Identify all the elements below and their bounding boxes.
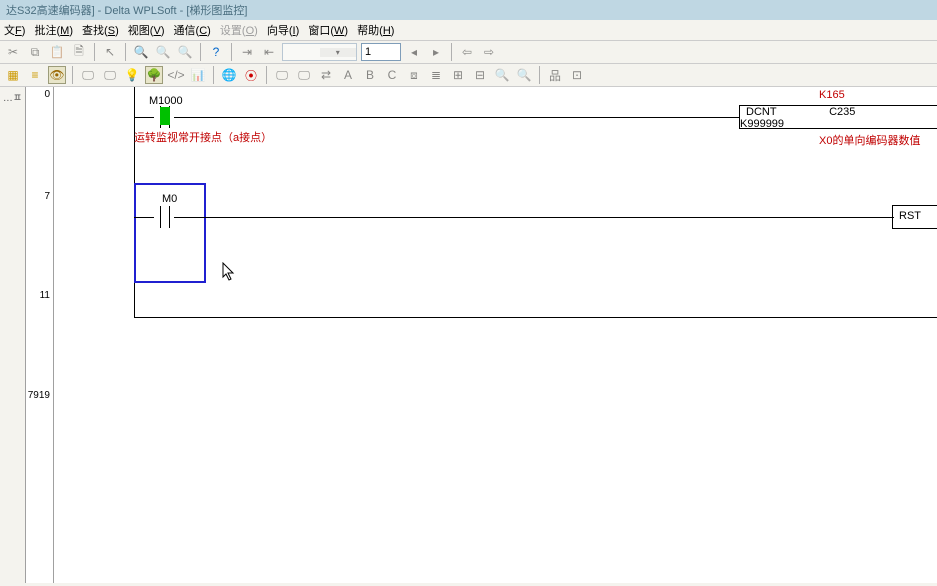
d-icon[interactable]: ⧈ — [405, 66, 423, 84]
page-prev-icon[interactable]: ⇦ — [458, 43, 476, 61]
step-in-icon[interactable]: ⇥ — [238, 43, 256, 61]
prev-icon[interactable]: ◂ — [405, 43, 423, 61]
sidebar-collapsed[interactable]: …ㅍ — [0, 87, 26, 583]
toolbar-2: ▦ ≡ 👁 🖵 🖵 💡 🌳 </> 📊 🌐 ⦿ 🖵 🖵 ⇄ A B C ⧈ ≣ … — [0, 64, 937, 87]
r0-op1: C235 — [829, 106, 889, 118]
menu-help[interactable]: 帮助(H) — [357, 25, 394, 37]
copy-icon[interactable]: ⧉ — [26, 43, 44, 61]
cmp-icon[interactable]: ⇄ — [317, 66, 335, 84]
screen2-icon[interactable]: 🖵 — [101, 66, 119, 84]
menu-view[interactable]: 视图(V) — [128, 25, 165, 37]
screen-icon[interactable]: 🖵 — [79, 66, 97, 84]
cursor-icon[interactable]: ↖ — [101, 43, 119, 61]
r1-out[interactable]: RST — [892, 205, 937, 229]
doc-icon[interactable]: 🗎 — [70, 43, 88, 61]
gutter-end: 7919 — [28, 390, 50, 401]
end-icon[interactable]: ⊡ — [568, 66, 586, 84]
stop-icon[interactable]: ⦿ — [242, 66, 260, 84]
find2-icon[interactable]: 🔍 — [493, 66, 511, 84]
menu-edit[interactable]: 批注(M) — [34, 25, 73, 37]
zoom-icon[interactable]: 🔍 — [132, 43, 150, 61]
r0-instr: DCNT — [746, 106, 806, 118]
r0-note2: X0的单向编码器数值 — [819, 135, 879, 148]
paste-icon[interactable]: 📋 — [48, 43, 66, 61]
ladder-canvas[interactable]: M1000 运转监视常开接点（a接点） K165 DCNT C235 K9999… — [54, 87, 937, 583]
zoom-out-icon[interactable]: 🔍 — [176, 43, 194, 61]
r0-contact-on — [160, 107, 170, 125]
menu-file[interactable]: 文F) — [4, 25, 25, 37]
code-icon[interactable]: </> — [167, 66, 185, 84]
lamp-icon[interactable]: 💡 — [123, 66, 141, 84]
step-out-icon[interactable]: ⇤ — [260, 43, 278, 61]
step-combo[interactable]: ▾ — [282, 43, 357, 61]
find3-icon[interactable]: 🔍 — [515, 66, 533, 84]
mnemonic-view-icon[interactable]: ≡ — [26, 66, 44, 84]
menu-wizard[interactable]: 向导(I) — [267, 25, 299, 37]
dl2-icon[interactable]: 🖵 — [295, 66, 313, 84]
dl1-icon[interactable]: 🖵 — [273, 66, 291, 84]
tree-icon[interactable]: 🌳 — [145, 66, 163, 84]
menu-comm[interactable]: 通信(C) — [174, 25, 211, 37]
cursor-icon — [222, 262, 238, 282]
e-icon[interactable]: ≣ — [427, 66, 445, 84]
r1-contact[interactable] — [154, 206, 176, 228]
g-icon[interactable]: ⊟ — [471, 66, 489, 84]
chart-icon[interactable]: 📊 — [189, 66, 207, 84]
page-next-icon[interactable]: ⇨ — [480, 43, 498, 61]
cut-icon[interactable]: ✂ — [4, 43, 22, 61]
help-icon[interactable]: ? — [207, 43, 225, 61]
c-icon[interactable]: C — [383, 66, 401, 84]
menu-bar: 文F) 批注(M) 查找(S) 视图(V) 通信(C) 设置(O) 向导(I) … — [0, 20, 937, 41]
ladder-view-icon[interactable]: ▦ — [4, 66, 22, 84]
r0-op2: K999999 — [740, 118, 800, 130]
line-gutter: 0 7 11 7919 — [26, 87, 54, 583]
gutter-0: 0 — [44, 89, 50, 100]
step-number[interactable]: 1 — [361, 43, 401, 61]
menu-window[interactable]: 窗口(W) — [308, 25, 348, 37]
globe-icon[interactable]: 🌐 — [220, 66, 238, 84]
gutter-11: 11 — [40, 290, 50, 301]
gutter-7: 7 — [44, 191, 50, 202]
title-bar: 达S32高速编码器] - Delta WPLSoft - [梯形图监控] — [0, 0, 937, 20]
menu-setup: 设置(O) — [220, 25, 258, 37]
menu-find[interactable]: 查找(S) — [82, 25, 119, 37]
toolbar-1: ✂ ⧉ 📋 🗎 ↖ 🔍 🔍 🔍 ? ⇥ ⇤ ▾ 1 ◂ ▸ ⇦ ⇨ — [0, 41, 937, 64]
r0-note1: 运转监视常开接点（a接点） — [134, 132, 194, 145]
a-icon[interactable]: A — [339, 66, 357, 84]
r0-instruction[interactable]: DCNT C235 K999999 — [739, 105, 937, 129]
f-icon[interactable]: ⊞ — [449, 66, 467, 84]
next-icon[interactable]: ▸ — [427, 43, 445, 61]
zoom-in-icon[interactable]: 🔍 — [154, 43, 172, 61]
r0-k: K165 — [819, 89, 845, 101]
r1-coil-label: M0 — [162, 193, 177, 205]
net-icon[interactable]: 品 — [546, 66, 564, 84]
b-icon[interactable]: B — [361, 66, 379, 84]
monitor-icon[interactable]: 👁 — [48, 66, 66, 84]
